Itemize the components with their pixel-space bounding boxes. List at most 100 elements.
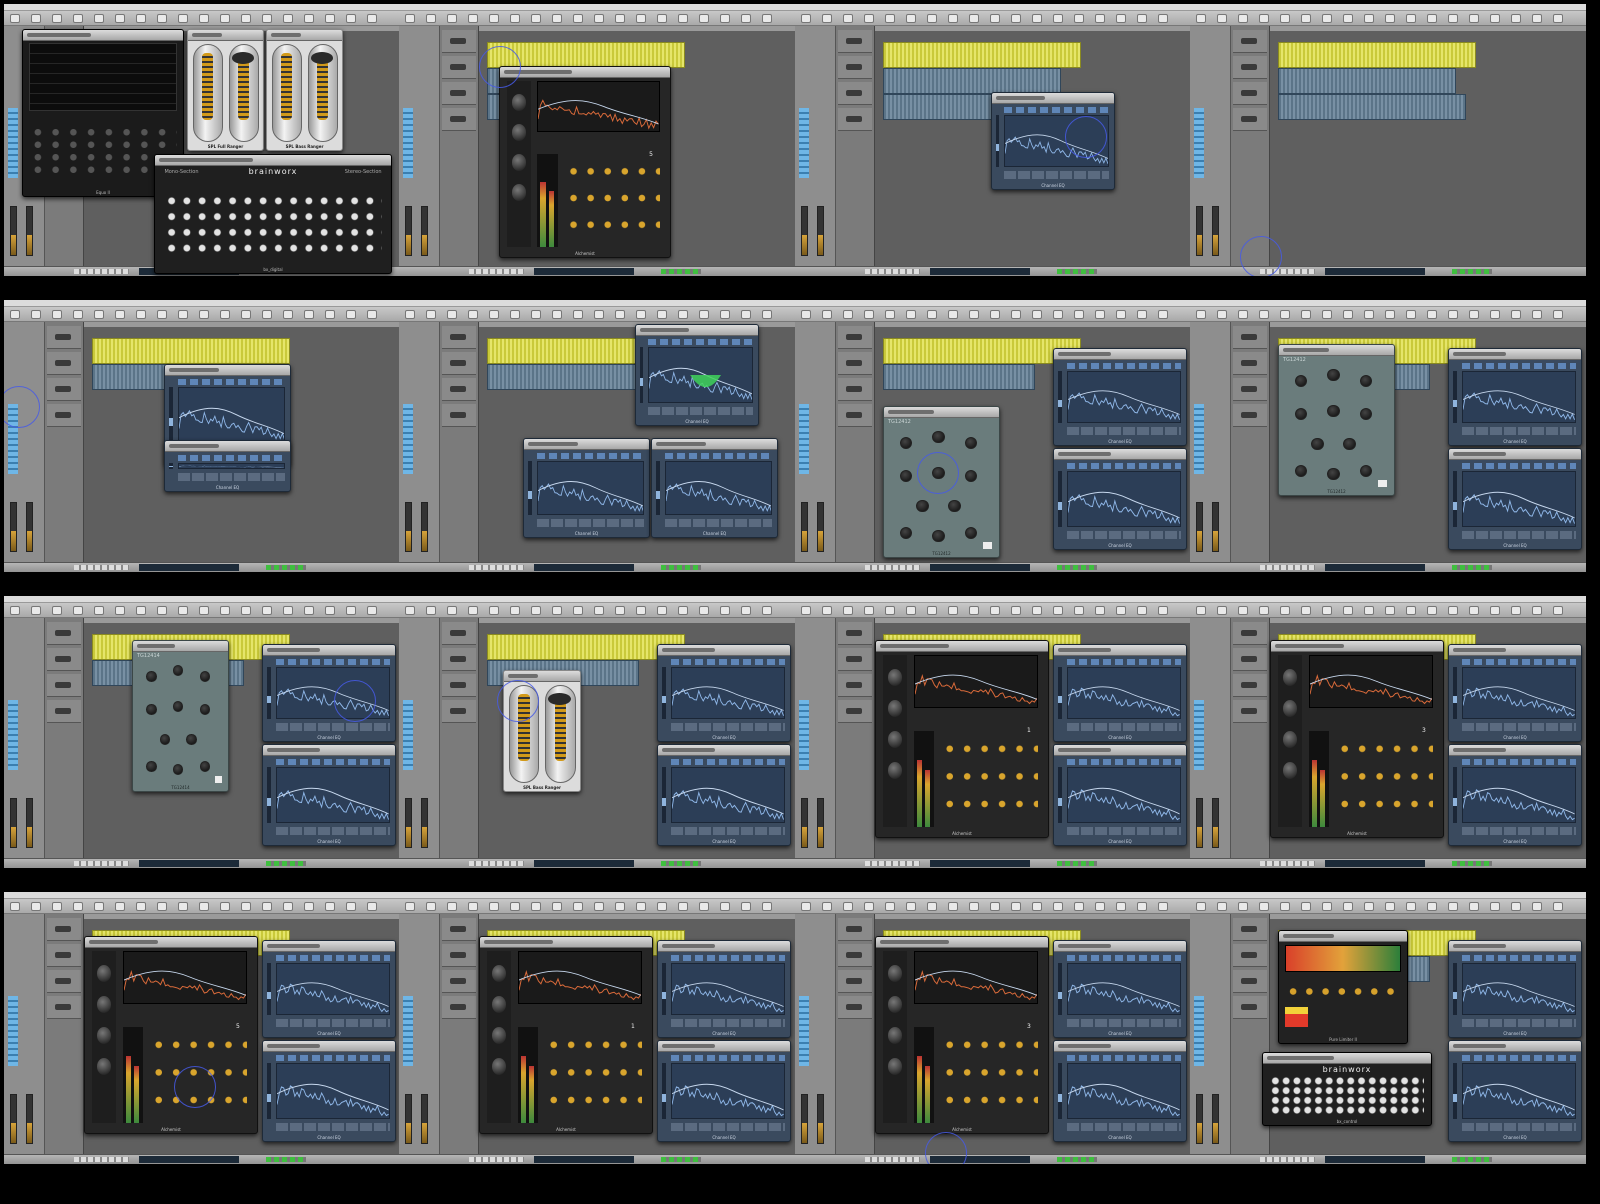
gain-slider[interactable] (1452, 1063, 1457, 1119)
limiter-knobs[interactable] (1285, 980, 1401, 1003)
plugin-header[interactable] (133, 641, 228, 652)
toolbar-button[interactable] (136, 310, 146, 319)
track-header[interactable] (442, 700, 476, 723)
track-header[interactable] (838, 82, 872, 105)
toolbar-button[interactable] (1280, 14, 1290, 23)
toolbar-button[interactable] (1217, 310, 1227, 319)
volume-fader[interactable] (421, 1094, 428, 1144)
toolbar-button[interactable] (10, 310, 20, 319)
toolbar-button[interactable] (741, 310, 751, 319)
eq-parameters[interactable] (276, 1123, 390, 1131)
toolbar-button[interactable] (1301, 14, 1311, 23)
plugin-window-alch[interactable]: 5 Alchemist (499, 66, 671, 258)
channel-strip-slots[interactable] (1194, 996, 1204, 1066)
track-header[interactable] (1233, 108, 1267, 131)
eq-knob[interactable] (1295, 465, 1308, 478)
track-header[interactable] (47, 648, 81, 671)
toolbar-button[interactable] (1137, 14, 1147, 23)
ranger-fader-rail[interactable] (271, 44, 302, 143)
plugin-header[interactable] (876, 641, 1048, 652)
timeline-ruler[interactable] (875, 26, 1191, 31)
knob[interactable] (887, 761, 903, 779)
eq-knob[interactable] (199, 704, 211, 715)
eq-knob[interactable] (146, 671, 157, 682)
plugin-header[interactable] (1279, 931, 1407, 942)
band-knobs[interactable] (545, 1031, 642, 1123)
toolbar-button[interactable] (1385, 902, 1395, 911)
toolbar-button[interactable] (489, 14, 499, 23)
knob[interactable] (96, 1026, 112, 1044)
eq-display[interactable] (1004, 115, 1110, 167)
toolbar-button[interactable] (220, 310, 230, 319)
ranger-fader-rail[interactable] (508, 685, 540, 784)
toolbar-button[interactable] (885, 14, 895, 23)
volume-fader[interactable] (1196, 502, 1203, 552)
toolbar-button[interactable] (73, 606, 83, 615)
transport-buttons[interactable] (1260, 1157, 1315, 1162)
timeline-ruler[interactable] (1270, 322, 1586, 327)
toolbar-button[interactable] (283, 902, 293, 911)
toolbar-button[interactable] (447, 902, 457, 911)
eq-band-buttons[interactable] (276, 659, 390, 665)
eq-display[interactable] (1462, 1063, 1576, 1119)
toolbar-button[interactable] (531, 310, 541, 319)
track-header[interactable] (47, 944, 81, 967)
gain-slider[interactable] (661, 963, 666, 1015)
toolbar-button[interactable] (969, 14, 979, 23)
audio-region[interactable] (1278, 42, 1476, 68)
volume-fader[interactable] (801, 1094, 808, 1144)
plugin-header[interactable] (263, 1041, 395, 1052)
toolbar-button[interactable] (1238, 606, 1248, 615)
toolbar-button[interactable] (468, 902, 478, 911)
toolbar-button[interactable] (636, 606, 646, 615)
toolbar-button[interactable] (1427, 606, 1437, 615)
timeline-ruler[interactable] (479, 26, 795, 31)
menu-bar[interactable] (795, 300, 1191, 307)
toolbar-button[interactable] (1406, 606, 1416, 615)
gain-slider[interactable] (168, 387, 173, 443)
toolbar-button[interactable] (199, 902, 209, 911)
channel-strip-slots[interactable] (8, 404, 18, 474)
eq-parameters[interactable] (1462, 1123, 1576, 1131)
toolbar-button[interactable] (594, 902, 604, 911)
eq-parameters[interactable] (1067, 827, 1181, 835)
toolbar-button[interactable] (10, 14, 20, 23)
volume-fader[interactable] (421, 798, 428, 848)
plugin-window-spl[interactable]: SPL Bass Ranger (266, 29, 343, 151)
toolbar-button[interactable] (594, 14, 604, 23)
eq-knob[interactable] (199, 671, 211, 682)
plugin-window-chEQ[interactable]: Channel EQ (657, 644, 791, 742)
toolbar-button[interactable] (1280, 310, 1290, 319)
toolbar-button[interactable] (94, 902, 104, 911)
toolbar-button[interactable] (1553, 14, 1563, 23)
eq-parameters[interactable] (1067, 427, 1181, 435)
track-header[interactable] (47, 622, 81, 645)
toolbar-button[interactable] (220, 14, 230, 23)
toolbar-button[interactable] (10, 606, 20, 615)
plugin-header[interactable] (658, 941, 790, 952)
toolbar-button[interactable] (801, 606, 811, 615)
eq-knob[interactable] (1359, 408, 1372, 421)
audio-region[interactable] (1278, 68, 1456, 94)
transport-buttons[interactable] (865, 565, 920, 570)
eq-display[interactable] (1462, 371, 1576, 423)
gain-slider[interactable] (661, 667, 666, 719)
toolbar-button[interactable] (906, 14, 916, 23)
gain-slider[interactable] (995, 115, 1000, 167)
eq-band-buttons[interactable] (536, 453, 644, 459)
toolbar-button[interactable] (52, 606, 62, 615)
toolbar-button[interactable] (157, 606, 167, 615)
toolbar-button[interactable] (94, 14, 104, 23)
eq-display[interactable] (276, 767, 390, 823)
knob[interactable] (491, 1057, 507, 1075)
toolbar-button[interactable] (367, 14, 377, 23)
track-header[interactable] (1233, 674, 1267, 697)
toolbar-button[interactable] (948, 310, 958, 319)
toolbar-button[interactable] (1137, 902, 1147, 911)
track-header[interactable] (47, 996, 81, 1019)
gain-slider[interactable] (1057, 1063, 1062, 1119)
toolbar-button[interactable] (678, 14, 688, 23)
toolbar-button[interactable] (762, 14, 772, 23)
volume-fader[interactable] (26, 1094, 33, 1144)
volume-fader[interactable] (801, 206, 808, 256)
